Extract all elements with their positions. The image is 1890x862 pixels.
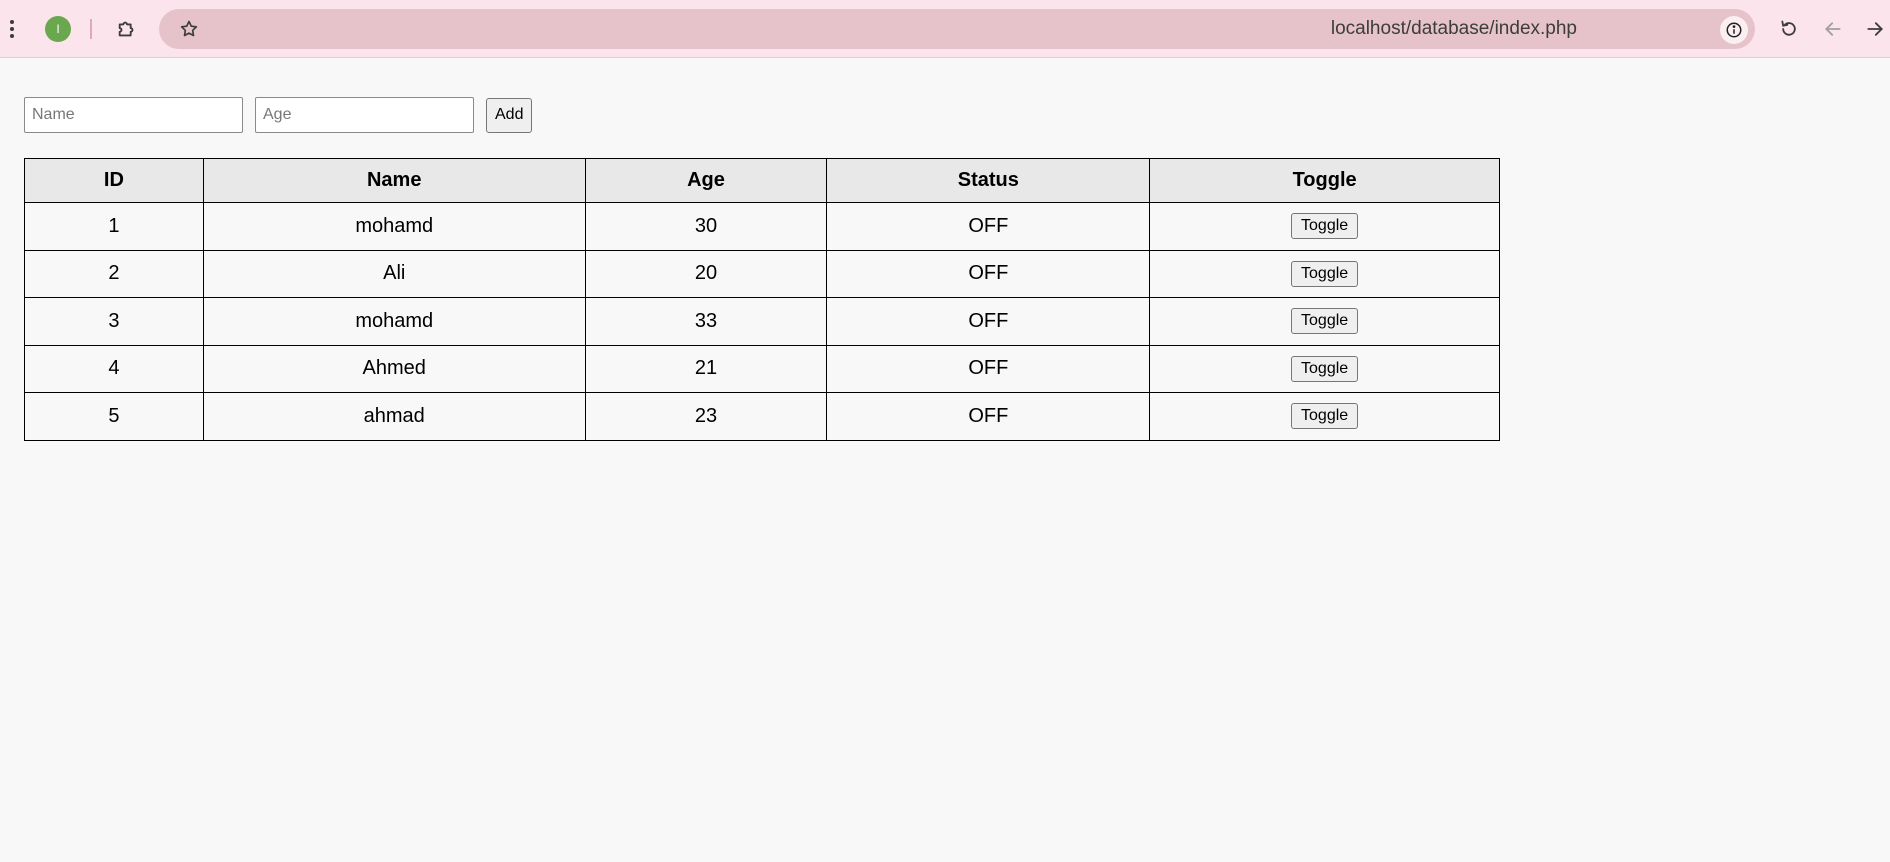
cell-toggle: Toggle [1149,344,1500,393]
header-id: ID [24,158,204,203]
cell-toggle: Toggle [1149,249,1500,298]
toggle-button[interactable]: Toggle [1291,213,1359,240]
cell-status: OFF [826,344,1151,393]
header-name: Name [202,158,586,203]
table-row: 2 Ali 20 OFF Toggle [24,249,1500,298]
header-status: Status [826,158,1151,203]
cell-name: ahmad [202,392,586,441]
cell-age: 33 [584,297,828,346]
users-table: ID Name Age Status Toggle 1 mohamd 30 OF… [24,158,1500,441]
cell-id: 3 [24,297,204,346]
toggle-button[interactable]: Toggle [1291,355,1359,382]
profile-avatar[interactable]: I [45,16,71,42]
table-row: 4 Ahmed 21 OFF Toggle [24,344,1500,393]
age-input[interactable] [255,97,474,133]
header-toggle: Toggle [1149,158,1500,203]
url-text[interactable]: localhost/database/index.php [1331,18,1577,40]
cell-toggle: Toggle [1149,202,1500,251]
cell-status: OFF [826,202,1151,251]
cell-toggle: Toggle [1149,392,1500,441]
cell-status: OFF [826,297,1151,346]
toggle-button[interactable]: Toggle [1291,308,1359,335]
cell-id: 1 [24,202,204,251]
header-age: Age [584,158,828,203]
puzzle-icon[interactable] [110,12,144,46]
cell-name: mohamd [202,202,586,251]
table-row: 1 mohamd 30 OFF Toggle [24,202,1500,251]
kebab-menu-icon[interactable] [0,12,24,46]
table-row: 5 ahmad 23 OFF Toggle [24,392,1500,441]
add-user-form: Add [24,97,533,133]
table-header-row: ID Name Age Status Toggle [24,158,1500,203]
cell-id: 4 [24,344,204,393]
cell-id: 5 [24,392,204,441]
cell-toggle: Toggle [1149,297,1500,346]
cell-status: OFF [826,249,1151,298]
add-button[interactable]: Add [486,97,533,133]
browser-toolbar: I localhost/database/index.php [0,0,1890,58]
cell-name: mohamd [202,297,586,346]
toggle-button[interactable]: Toggle [1291,403,1359,430]
name-input[interactable] [24,97,243,133]
reload-icon[interactable] [1772,12,1806,46]
cell-age: 20 [584,249,828,298]
cell-age: 30 [584,202,828,251]
toolbar-divider [90,19,92,39]
cell-age: 23 [584,392,828,441]
cell-id: 2 [24,249,204,298]
table-row: 3 mohamd 33 OFF Toggle [24,297,1500,346]
star-icon[interactable] [172,12,206,46]
arrow-right-icon[interactable] [1858,12,1890,46]
toggle-button[interactable]: Toggle [1291,260,1359,287]
cell-status: OFF [826,392,1151,441]
address-bar[interactable]: localhost/database/index.php [159,9,1755,49]
arrow-left-icon[interactable] [1816,12,1850,46]
cell-name: Ali [202,249,586,298]
info-icon[interactable] [1720,16,1748,44]
cell-name: Ahmed [202,344,586,393]
cell-age: 21 [584,344,828,393]
